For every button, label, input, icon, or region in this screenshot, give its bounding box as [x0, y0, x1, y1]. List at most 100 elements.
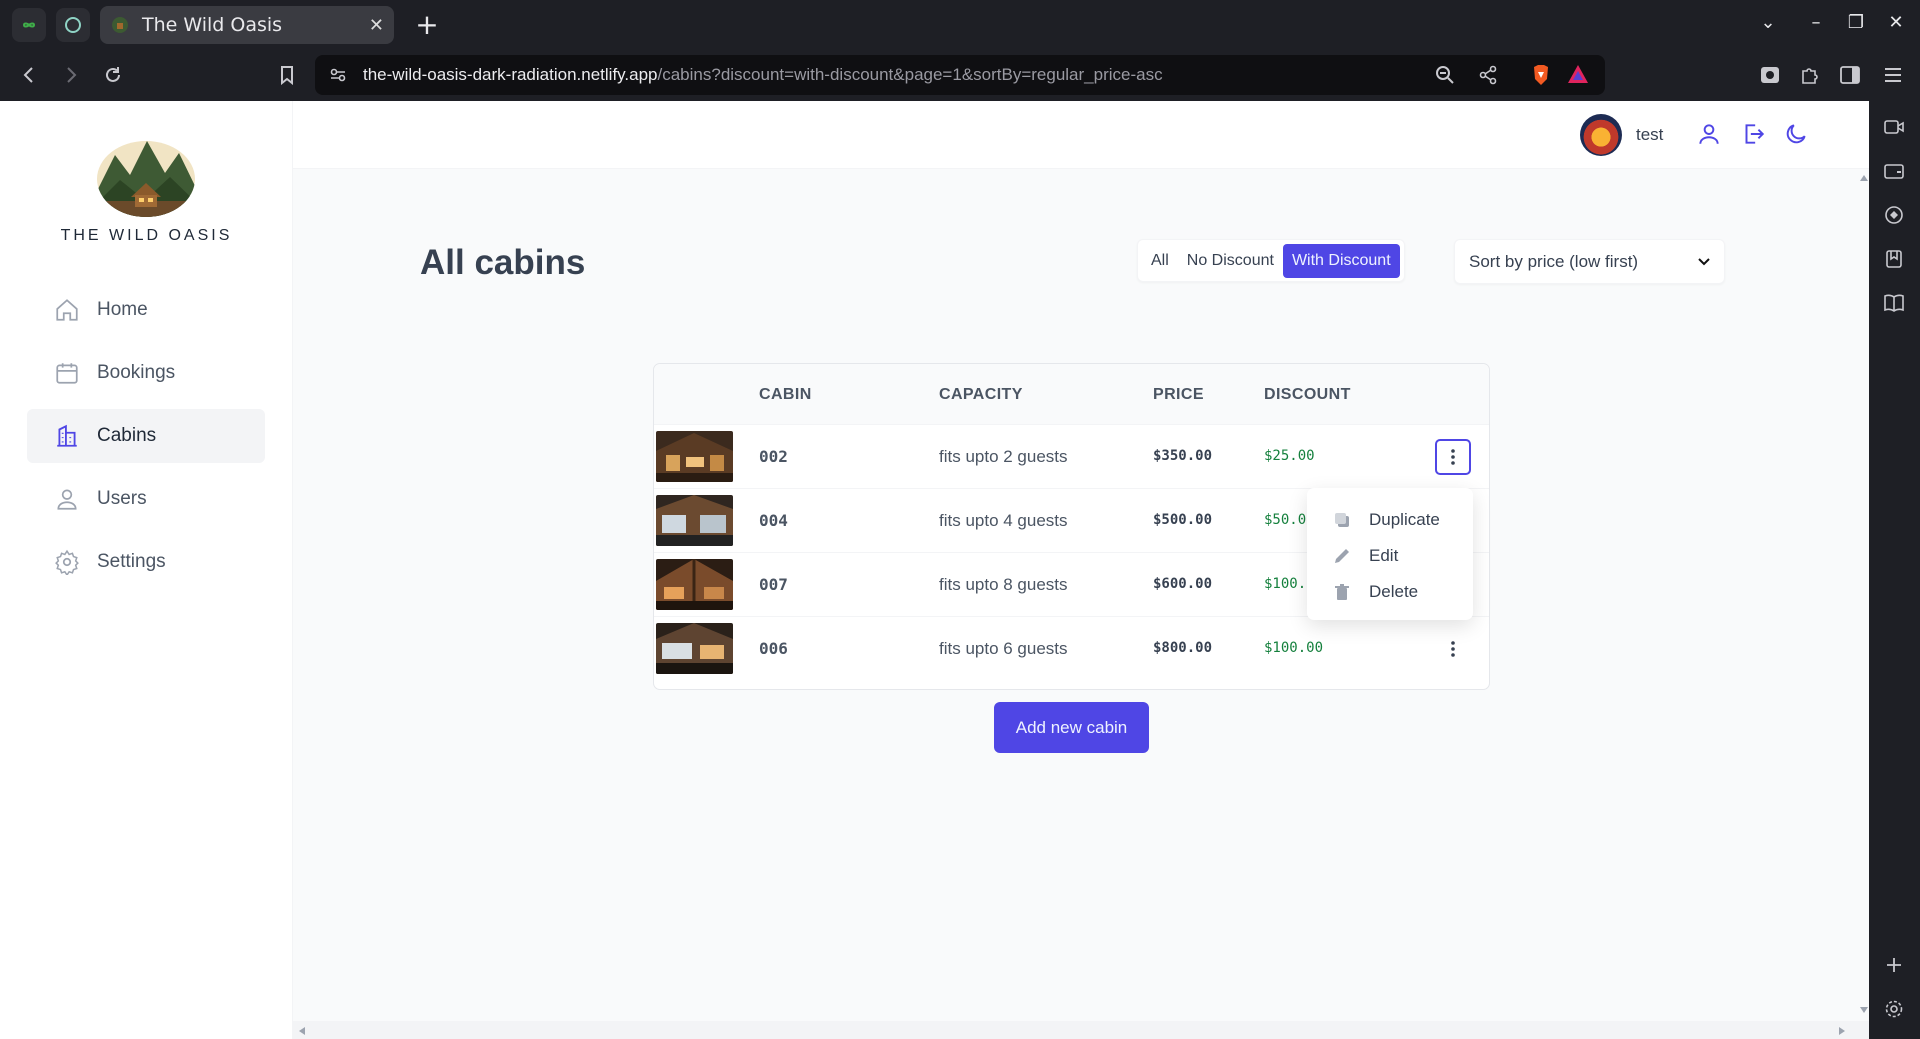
bookmark-button[interactable] — [274, 62, 300, 88]
logout-icon[interactable] — [1740, 121, 1766, 147]
logo-icon — [97, 141, 195, 217]
puzzle-icon — [1802, 68, 1818, 84]
extensions-button[interactable] — [1797, 62, 1823, 88]
cabin-capacity: fits upto 4 guests — [939, 511, 1068, 530]
sidebar-item-label: Cabins — [97, 425, 157, 446]
sidebar-item-label: Settings — [97, 551, 166, 572]
address-bar[interactable]: the-wild-oasis-dark-radiation.netlify.ap… — [315, 55, 1605, 95]
sidebar-item-users[interactable]: Users — [27, 472, 265, 526]
scroll-up-icon[interactable] — [1860, 175, 1868, 181]
menu-item-duplicate[interactable]: Duplicate — [1307, 500, 1473, 540]
cabin-name: 004 — [759, 511, 788, 530]
menu-item-delete[interactable]: Delete — [1307, 572, 1473, 612]
wallet-icon[interactable] — [1882, 159, 1906, 183]
brave-rewards-icon[interactable] — [1567, 64, 1589, 84]
vertical-scrollbar[interactable] — [1858, 169, 1869, 1021]
back-button[interactable] — [16, 62, 42, 88]
row-menu-button[interactable] — [1435, 439, 1471, 475]
restore-button[interactable]: ❐ — [1842, 12, 1870, 33]
more-vertical-icon — [1451, 449, 1455, 465]
reload-button[interactable] — [100, 62, 126, 88]
chevron-right-icon — [67, 67, 77, 83]
scroll-right-icon[interactable] — [1839, 1027, 1845, 1035]
moon-icon[interactable] — [1783, 121, 1809, 147]
duplicate-icon — [1335, 513, 1349, 527]
tab-search-icon[interactable]: ⌄ — [1754, 12, 1782, 33]
gear-icon[interactable] — [1882, 997, 1906, 1021]
leo-ai-icon[interactable] — [1882, 203, 1906, 227]
sidebar-toggle-button[interactable] — [1837, 62, 1863, 88]
share-icon[interactable] — [1478, 65, 1498, 85]
zoom-out-icon[interactable] — [1435, 65, 1455, 85]
column-header-cabin: CABIN — [759, 386, 812, 403]
camera-icon — [1761, 67, 1779, 83]
pinned-tab[interactable] — [56, 8, 90, 42]
brave-shields-icon[interactable] — [1531, 64, 1551, 86]
scroll-down-icon[interactable] — [1860, 1007, 1868, 1013]
more-vertical-icon — [1451, 641, 1455, 657]
chevron-down-icon — [1698, 257, 1710, 265]
sidebar-item-settings[interactable]: Settings — [27, 535, 265, 589]
forward-button[interactable] — [58, 62, 84, 88]
gear-icon — [55, 549, 79, 575]
menu-item-label: Duplicate — [1369, 510, 1440, 529]
sort-select[interactable]: Sort by price (low first) — [1454, 239, 1725, 284]
bookmark-icon — [281, 66, 293, 85]
openai-icon — [65, 17, 81, 33]
sidebar-item-home[interactable]: Home — [27, 283, 265, 337]
cabin-capacity: fits upto 2 guests — [939, 447, 1068, 466]
browser-sidebar — [1869, 101, 1920, 1039]
reading-list-icon[interactable] — [1882, 291, 1906, 315]
browser-tab-bar: The Wild Oasis ✕ + ⌄ – ❐ ✕ — [0, 0, 1920, 50]
video-icon[interactable] — [1882, 115, 1906, 139]
favicon-icon — [112, 17, 128, 33]
site-settings-icon[interactable] — [329, 66, 347, 84]
cabin-capacity: fits upto 6 guests — [939, 639, 1068, 658]
menu-item-edit[interactable]: Edit — [1307, 536, 1473, 576]
menu-button[interactable] — [1880, 62, 1906, 88]
sidebar-item-bookings[interactable]: Bookings — [27, 346, 265, 400]
column-header-discount: DISCOUNT — [1264, 386, 1351, 403]
plus-icon[interactable] — [1882, 953, 1906, 977]
filter-no-discount-button[interactable]: No Discount — [1178, 244, 1283, 278]
cabin-discount: $100.00 — [1264, 640, 1324, 656]
close-tab-icon[interactable]: ✕ — [369, 15, 384, 36]
avatar[interactable] — [1580, 114, 1622, 156]
url-path: /cabins?discount=with-discount&page=1&so… — [657, 65, 1163, 84]
url-host: the-wild-oasis-dark-radiation.netlify.ap… — [363, 65, 658, 84]
user-icon[interactable] — [1696, 121, 1722, 147]
sidebar-item-label: Bookings — [97, 362, 176, 383]
calendar-icon — [56, 363, 78, 384]
menu-item-label: Edit — [1369, 546, 1399, 565]
active-tab[interactable]: The Wild Oasis ✕ — [100, 6, 394, 44]
cabin-discount: $25.00 — [1264, 448, 1315, 464]
sort-select-value: Sort by price (low first) — [1469, 251, 1639, 271]
scroll-left-icon[interactable] — [299, 1027, 305, 1035]
filter-all-button[interactable]: All — [1142, 244, 1178, 278]
building-icon — [57, 424, 77, 447]
username: test — [1636, 125, 1664, 144]
cabin-price: $600.00 — [1153, 576, 1213, 592]
filter-with-discount-button[interactable]: With Discount — [1282, 243, 1400, 278]
sidebar-icon — [1840, 66, 1860, 84]
bookmarks-icon[interactable] — [1882, 247, 1906, 271]
trash-icon — [1335, 584, 1349, 600]
horizontal-scrollbar[interactable] — [293, 1021, 1869, 1039]
browser-toolbar: the-wild-oasis-dark-radiation.netlify.ap… — [0, 50, 1920, 101]
cabin-name: 007 — [759, 575, 788, 594]
app: THE WILD OASIS Home Bookings Cabins User… — [0, 101, 1869, 1039]
app-header: test — [293, 101, 1869, 169]
infinity-icon — [22, 22, 36, 28]
add-new-cabin-button[interactable]: Add new cabin — [994, 702, 1149, 753]
table-row: 002 fits upto 2 guests $350.00 $25.00 — [654, 425, 1489, 489]
pinned-tab[interactable] — [12, 8, 46, 42]
sidebar-item-cabins[interactable]: Cabins — [27, 409, 265, 463]
cabin-price: $800.00 — [1153, 640, 1213, 656]
screenshot-button[interactable] — [1757, 62, 1783, 88]
close-window-button[interactable]: ✕ — [1882, 12, 1910, 33]
minimize-button[interactable]: – — [1802, 12, 1830, 33]
row-menu-button[interactable] — [1435, 631, 1471, 667]
new-tab-button[interactable]: + — [410, 8, 444, 42]
cabin-image — [656, 495, 733, 546]
menu-item-label: Delete — [1369, 582, 1419, 601]
